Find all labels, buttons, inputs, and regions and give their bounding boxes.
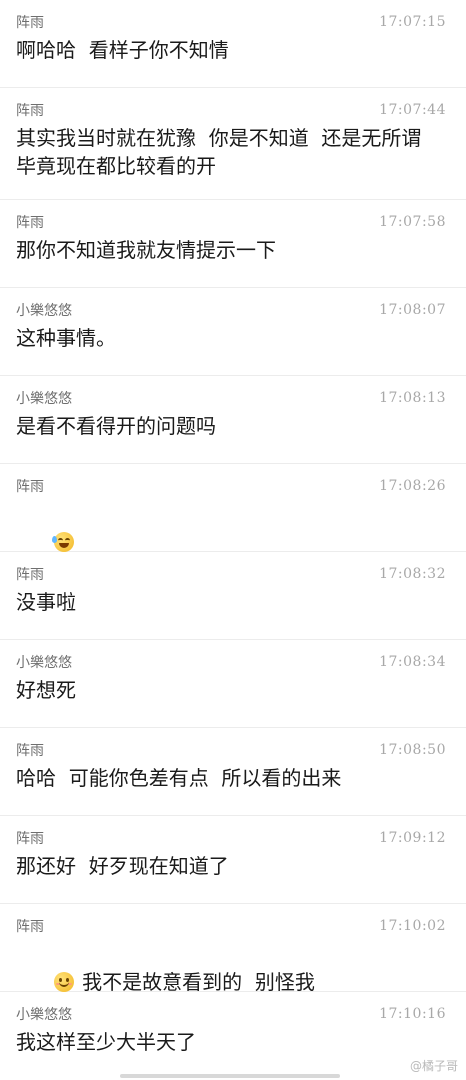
sender-name: 小樂悠悠 [16,655,72,671]
message-time: 17:10:16 [379,1006,446,1022]
smile-icon [54,972,75,992]
message-text: 是看不看得开的问题吗 [16,414,216,438]
message-row[interactable]: 小樂悠悠 17:08:07 这种事情。 [0,288,466,376]
message-time: 17:09:12 [379,830,446,846]
message-time: 17:08:50 [379,742,446,758]
message-text: 啊哈哈 看样子你不知情 [16,38,229,62]
message-text: 我这样至少大半天了 [16,1030,196,1054]
watermark: @橘子哥 [409,1059,458,1073]
message-text: 我不是故意看到的 别怪我 [82,970,315,994]
laugh-cry-icon [52,532,75,552]
message-time: 17:08:32 [379,566,446,582]
message-text: 那还好 好歹现在知道了 [16,854,229,878]
home-indicator[interactable] [120,1074,340,1078]
message-time: 17:07:58 [379,214,446,230]
sender-name: 阵雨 [16,103,44,119]
message-time: 17:08:34 [379,654,446,670]
sender-name: 阵雨 [16,479,44,495]
message-text: 没事啦 [16,590,76,614]
message-row[interactable]: 阵雨 17:08:32 没事啦 [0,552,466,640]
message-time: 17:08:26 [379,478,446,494]
message-row[interactable]: 阵雨 17:10:02 我不是故意看到的 别怪我 [0,904,466,994]
sender-name: 阵雨 [16,919,44,935]
message-time: 17:07:44 [379,102,446,118]
message-text: 哈哈 可能你色差有点 所以看的出来 [16,766,342,790]
sender-name: 小樂悠悠 [16,303,72,319]
sender-name: 阵雨 [16,831,44,847]
message-text: 好想死 [16,678,76,702]
message-row[interactable]: 阵雨 17:07:15 啊哈哈 看样子你不知情 [0,0,466,88]
sender-name: 小樂悠悠 [16,1007,72,1023]
chat-message-list: 阵雨 17:07:15 啊哈哈 看样子你不知情 阵雨 17:07:44 其实我当… [0,0,466,1080]
sender-name: 小樂悠悠 [16,391,72,407]
message-row[interactable]: 阵雨 17:07:58 那你不知道我就友情提示一下 [0,200,466,288]
message-row[interactable]: 小樂悠悠 17:08:34 好想死 [0,640,466,728]
message-text: 那你不知道我就友情提示一下 [16,238,276,262]
message-text: 其实我当时就在犹豫 你是不知道 还是无所谓 毕竟现在都比较看的开 [16,126,435,178]
message-row[interactable]: 阵雨 17:08:26 [0,464,466,552]
sender-name: 阵雨 [16,743,44,759]
message-row[interactable]: 阵雨 17:07:44 其实我当时就在犹豫 你是不知道 还是无所谓 毕竟现在都比… [0,88,466,200]
message-row[interactable]: 小樂悠悠 17:10:16 我这样至少大半天了 [0,992,466,1080]
message-row[interactable]: 阵雨 17:09:12 那还好 好歹现在知道了 [0,816,466,904]
message-time: 17:08:07 [379,302,446,318]
sender-name: 阵雨 [16,215,44,231]
message-row[interactable]: 小樂悠悠 17:08:13 是看不看得开的问题吗 [0,376,466,464]
message-time: 17:07:15 [379,14,446,30]
sender-name: 阵雨 [16,15,44,31]
sender-name: 阵雨 [16,567,44,583]
message-time: 17:08:13 [379,390,446,406]
message-time: 17:10:02 [379,918,446,934]
message-row[interactable]: 阵雨 17:08:50 哈哈 可能你色差有点 所以看的出来 [0,728,466,816]
message-text: 这种事情。 [16,326,116,350]
